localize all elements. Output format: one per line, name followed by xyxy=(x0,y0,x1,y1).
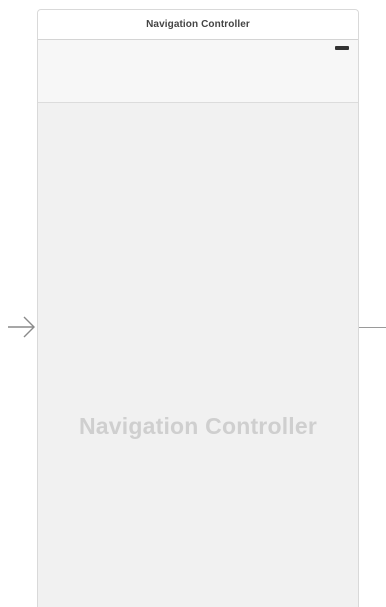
initial-view-controller-arrow-icon[interactable] xyxy=(6,312,36,342)
scene-body: Navigation Controller xyxy=(38,103,358,607)
navigation-bar[interactable] xyxy=(38,58,358,103)
battery-icon xyxy=(335,46,349,50)
navigation-controller-scene[interactable]: Navigation Controller Navigation Control… xyxy=(37,9,359,607)
storyboard-canvas: Navigation Controller Navigation Control… xyxy=(0,0,386,607)
relationship-segue-line[interactable] xyxy=(359,327,386,328)
scene-title-bar[interactable]: Navigation Controller xyxy=(38,10,358,40)
status-bar xyxy=(38,40,358,58)
placeholder-label: Navigation Controller xyxy=(78,413,318,439)
scene-title: Navigation Controller xyxy=(146,19,250,30)
